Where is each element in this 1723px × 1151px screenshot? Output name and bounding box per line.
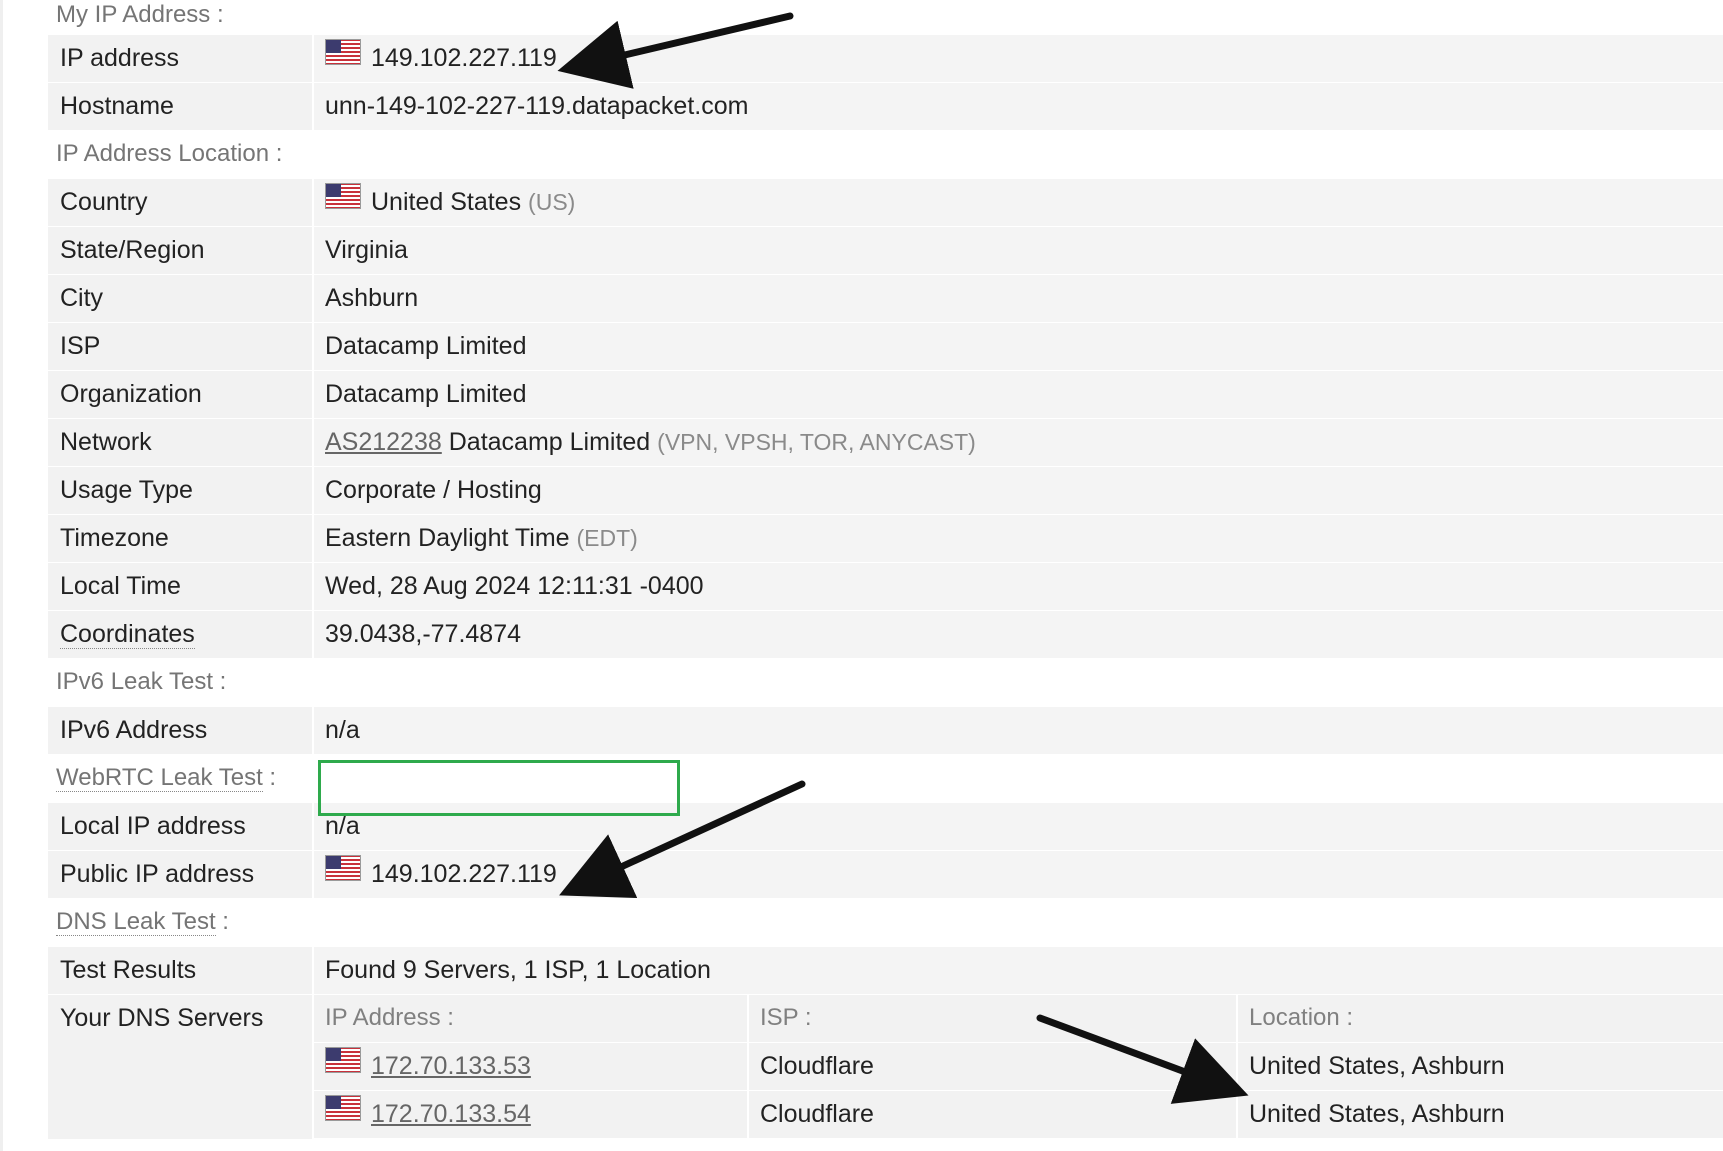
row-network: Network AS212238 Datacamp Limited (VPN, … — [48, 418, 1723, 466]
row-isp: ISP Datacamp Limited — [48, 322, 1723, 370]
section-ipv6: IPv6 Leak Test : — [56, 668, 227, 695]
state-value: Virginia — [314, 227, 1723, 274]
dns-title[interactable]: DNS Leak Test — [56, 908, 216, 936]
dns-ip-cell: 172.70.133.54 — [314, 1091, 749, 1138]
test-results-label: Test Results — [48, 947, 314, 994]
ip-address-value-cell: 149.102.227.119 — [314, 35, 1723, 82]
local-time-label: Local Time — [48, 563, 314, 610]
us-flag-icon — [325, 34, 361, 80]
dns-ip-link[interactable]: 172.70.133.54 — [371, 1100, 531, 1128]
dns-title-colon: : — [215, 908, 229, 935]
dns-location-cell: United States, Ashburn — [1249, 1100, 1505, 1128]
row-ipv6-address: IPv6 Address n/a — [48, 706, 1723, 754]
dns-ip-cell: 172.70.133.53 — [314, 1043, 749, 1090]
dns-col-location-header: Location : — [1249, 1004, 1354, 1031]
dns-ip-link[interactable]: 172.70.133.53 — [371, 1052, 531, 1080]
webrtc-title-colon: : — [262, 764, 277, 791]
dns-table-row: 172.70.133.53 Cloudflare United States, … — [314, 1043, 1723, 1091]
test-results-value: Found 9 Servers, 1 ISP, 1 Location — [314, 947, 1723, 994]
network-tags: (VPN, VPSH, TOR, ANYCAST) — [657, 429, 976, 455]
public-ip-label: Public IP address — [48, 851, 314, 898]
ip-address-value: 149.102.227.119 — [371, 44, 557, 72]
organization-label: Organization — [48, 371, 314, 418]
us-flag-icon — [325, 1042, 361, 1088]
page-left-edge — [0, 0, 3, 1151]
us-flag-icon — [325, 178, 361, 224]
timezone-value-cell: Eastern Daylight Time (EDT) — [314, 515, 1723, 562]
row-test-results: Test Results Found 9 Servers, 1 ISP, 1 L… — [48, 946, 1723, 994]
section-webrtc: WebRTC Leak Test : — [48, 754, 1723, 802]
dns-servers-label: Your DNS Servers — [48, 995, 314, 1139]
us-flag-icon — [325, 850, 361, 896]
section-my-ip: My IP Address : — [56, 1, 224, 28]
row-local-ip: Local IP address n/a — [48, 802, 1723, 850]
dns-col-ip-header: IP Address : — [314, 995, 749, 1042]
ip-info-panel: My IP Address : IP address 149.102.227.1… — [48, 0, 1723, 1139]
row-usage-type: Usage Type Corporate / Hosting — [48, 466, 1723, 514]
row-timezone: Timezone Eastern Daylight Time (EDT) — [48, 514, 1723, 562]
dns-servers-table: IP Address : ISP : Location : 172.70.133… — [314, 995, 1723, 1139]
country-value-cell: United States (US) — [314, 179, 1723, 226]
country-value: United States — [371, 188, 522, 216]
coordinates-value: 39.0438,-77.4874 — [314, 611, 1723, 658]
dns-col-isp-header: ISP : — [749, 995, 1238, 1042]
public-ip-value: 149.102.227.119 — [371, 860, 557, 888]
usage-type-value: Corporate / Hosting — [314, 467, 1723, 514]
row-city: City Ashburn — [48, 274, 1723, 322]
row-local-time: Local Time Wed, 28 Aug 2024 12:11:31 -04… — [48, 562, 1723, 610]
coordinates-label-cell: Coordinates — [48, 611, 314, 658]
city-value: Ashburn — [314, 275, 1723, 322]
ipv6-address-label: IPv6 Address — [48, 707, 314, 754]
hostname-label: Hostname — [48, 83, 314, 130]
timezone-code: (EDT) — [576, 525, 638, 551]
network-name: Datacamp Limited — [448, 428, 651, 456]
row-hostname: Hostname unn-149-102-227-119.datapacket.… — [48, 82, 1723, 130]
dns-isp-cell: Cloudflare — [749, 1091, 1238, 1138]
row-organization: Organization Datacamp Limited — [48, 370, 1723, 418]
local-ip-label: Local IP address — [48, 803, 314, 850]
row-public-ip: Public IP address 149.102.227.119 — [48, 850, 1723, 898]
timezone-value: Eastern Daylight Time — [325, 524, 570, 552]
organization-value: Datacamp Limited — [314, 371, 1723, 418]
isp-label: ISP — [48, 323, 314, 370]
timezone-label: Timezone — [48, 515, 314, 562]
row-ip-address: IP address 149.102.227.119 — [48, 34, 1723, 82]
row-coordinates: Coordinates 39.0438,-77.4874 — [48, 610, 1723, 658]
hostname-value: unn-149-102-227-119.datapacket.com — [314, 83, 1723, 130]
dns-location-cell: United States, Ashburn — [1249, 1052, 1505, 1080]
network-value-cell: AS212238 Datacamp Limited (VPN, VPSH, TO… — [314, 419, 1723, 466]
network-asn-link[interactable]: AS212238 — [325, 428, 442, 456]
dns-isp-cell: Cloudflare — [749, 1043, 1238, 1090]
section-location: IP Address Location : — [56, 140, 283, 167]
ipv6-address-value: n/a — [314, 707, 1723, 754]
ip-address-label: IP address — [48, 35, 314, 82]
row-dns-servers: Your DNS Servers IP Address : ISP : Loca… — [48, 994, 1723, 1139]
isp-value: Datacamp Limited — [314, 323, 1723, 370]
webrtc-highlight-box — [318, 760, 680, 816]
country-code: (US) — [528, 189, 576, 215]
webrtc-title[interactable]: WebRTC Leak Test — [56, 764, 263, 792]
state-label: State/Region — [48, 227, 314, 274]
row-country: Country United States (US) — [48, 178, 1723, 226]
us-flag-icon — [325, 1090, 361, 1136]
dns-table-row: 172.70.133.54 Cloudflare United States, … — [314, 1091, 1723, 1139]
row-state: State/Region Virginia — [48, 226, 1723, 274]
coordinates-label[interactable]: Coordinates — [60, 620, 195, 649]
local-time-value: Wed, 28 Aug 2024 12:11:31 -0400 — [314, 563, 1723, 610]
country-label: Country — [48, 179, 314, 226]
usage-type-label: Usage Type — [48, 467, 314, 514]
dns-table-header: IP Address : ISP : Location : — [314, 995, 1723, 1043]
city-label: City — [48, 275, 314, 322]
section-dns: DNS Leak Test : — [48, 898, 1723, 946]
network-label: Network — [48, 419, 314, 466]
public-ip-value-cell: 149.102.227.119 — [314, 851, 1723, 898]
